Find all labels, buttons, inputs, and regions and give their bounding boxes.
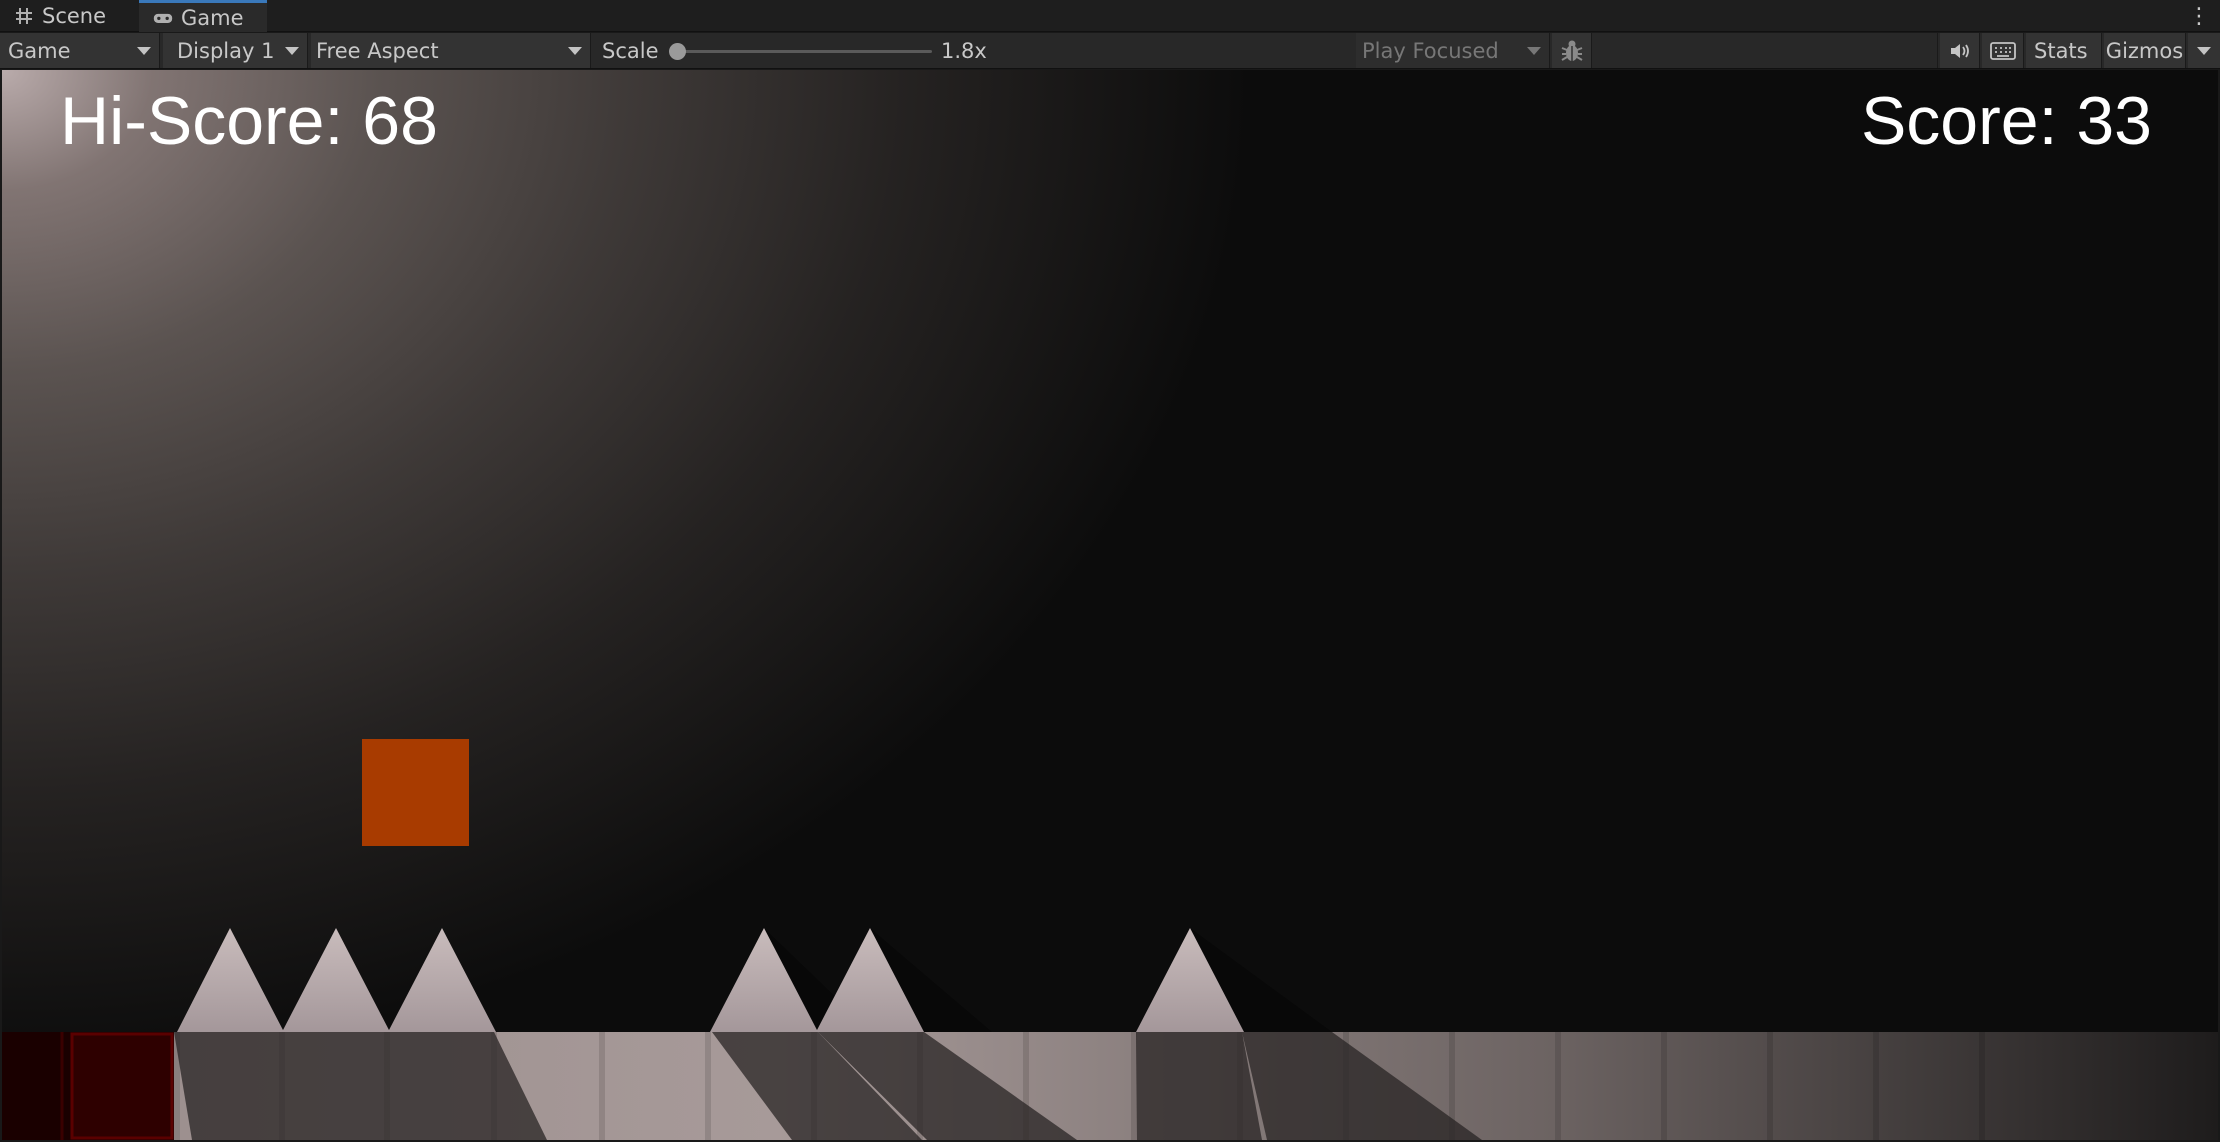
play-mode-dropdown[interactable]: Play Focused: [1356, 33, 1550, 68]
gamepad-icon: [153, 13, 173, 23]
chevron-down-icon: [285, 47, 299, 55]
view-mode-value: Game: [8, 38, 71, 63]
bug-icon: [1560, 40, 1583, 61]
hi-score-label: Hi-Score: 68: [60, 83, 438, 159]
tab-scene-label: Scene: [42, 4, 107, 28]
shortcuts-button[interactable]: [1982, 33, 2024, 68]
chevron-down-icon: [568, 47, 582, 55]
stats-label: Stats: [2034, 38, 2088, 63]
keyboard-icon: [1989, 41, 2016, 60]
grid-icon: [16, 8, 32, 24]
toolbar-spacer: [1594, 33, 1938, 68]
aspect-dropdown[interactable]: Free Aspect: [311, 33, 591, 68]
debug-button[interactable]: [1552, 33, 1592, 68]
score-label: Score: 33: [1860, 83, 2152, 159]
stats-button[interactable]: Stats: [2026, 33, 2102, 68]
chevron-down-icon: [1527, 47, 1541, 55]
mute-audio-button[interactable]: [1940, 33, 1980, 68]
gizmos-label: Gizmos: [2105, 38, 2184, 63]
scale-value: 1.8x: [941, 38, 987, 63]
level-geometry: [2, 928, 2218, 1140]
tab-scene[interactable]: Scene: [0, 0, 136, 32]
spike-group: [177, 928, 1244, 1032]
play-mode-value: Play Focused: [1362, 38, 1499, 63]
gizmos-button[interactable]: Gizmos: [2104, 33, 2186, 68]
game-toolbar: Game Display 1 Free Aspect Scale 1.8x Pl…: [0, 33, 2220, 69]
hazard-block-inner: [70, 1032, 174, 1140]
chevron-down-icon: [2197, 47, 2211, 55]
display-dropdown[interactable]: Display 1: [163, 33, 308, 68]
scale-slider-handle[interactable]: [669, 43, 686, 60]
display-value: Display 1: [177, 38, 275, 63]
editor-tab-bar: Scene Game ⋮: [0, 0, 2220, 32]
spike-1: [177, 928, 284, 1032]
speaker-icon: [1950, 43, 1969, 58]
chevron-down-icon: [137, 47, 151, 55]
scale-slider-track[interactable]: [678, 50, 932, 53]
tab-game-label: Game: [181, 5, 244, 30]
aspect-value: Free Aspect: [316, 38, 439, 63]
player-cube: [362, 739, 469, 846]
game-viewport[interactable]: Hi-Score: 68 Score: 33: [2, 70, 2218, 1140]
view-mode-dropdown[interactable]: Game: [0, 33, 160, 68]
gizmos-dropdown[interactable]: [2188, 33, 2220, 68]
scale-label: Scale: [602, 38, 659, 63]
spike-shadows: [174, 1032, 1482, 1140]
more-options-icon[interactable]: ⋮: [2188, 0, 2210, 32]
spike-2: [282, 928, 390, 1032]
tab-game[interactable]: Game: [139, 0, 267, 32]
spike-3: [388, 928, 496, 1032]
